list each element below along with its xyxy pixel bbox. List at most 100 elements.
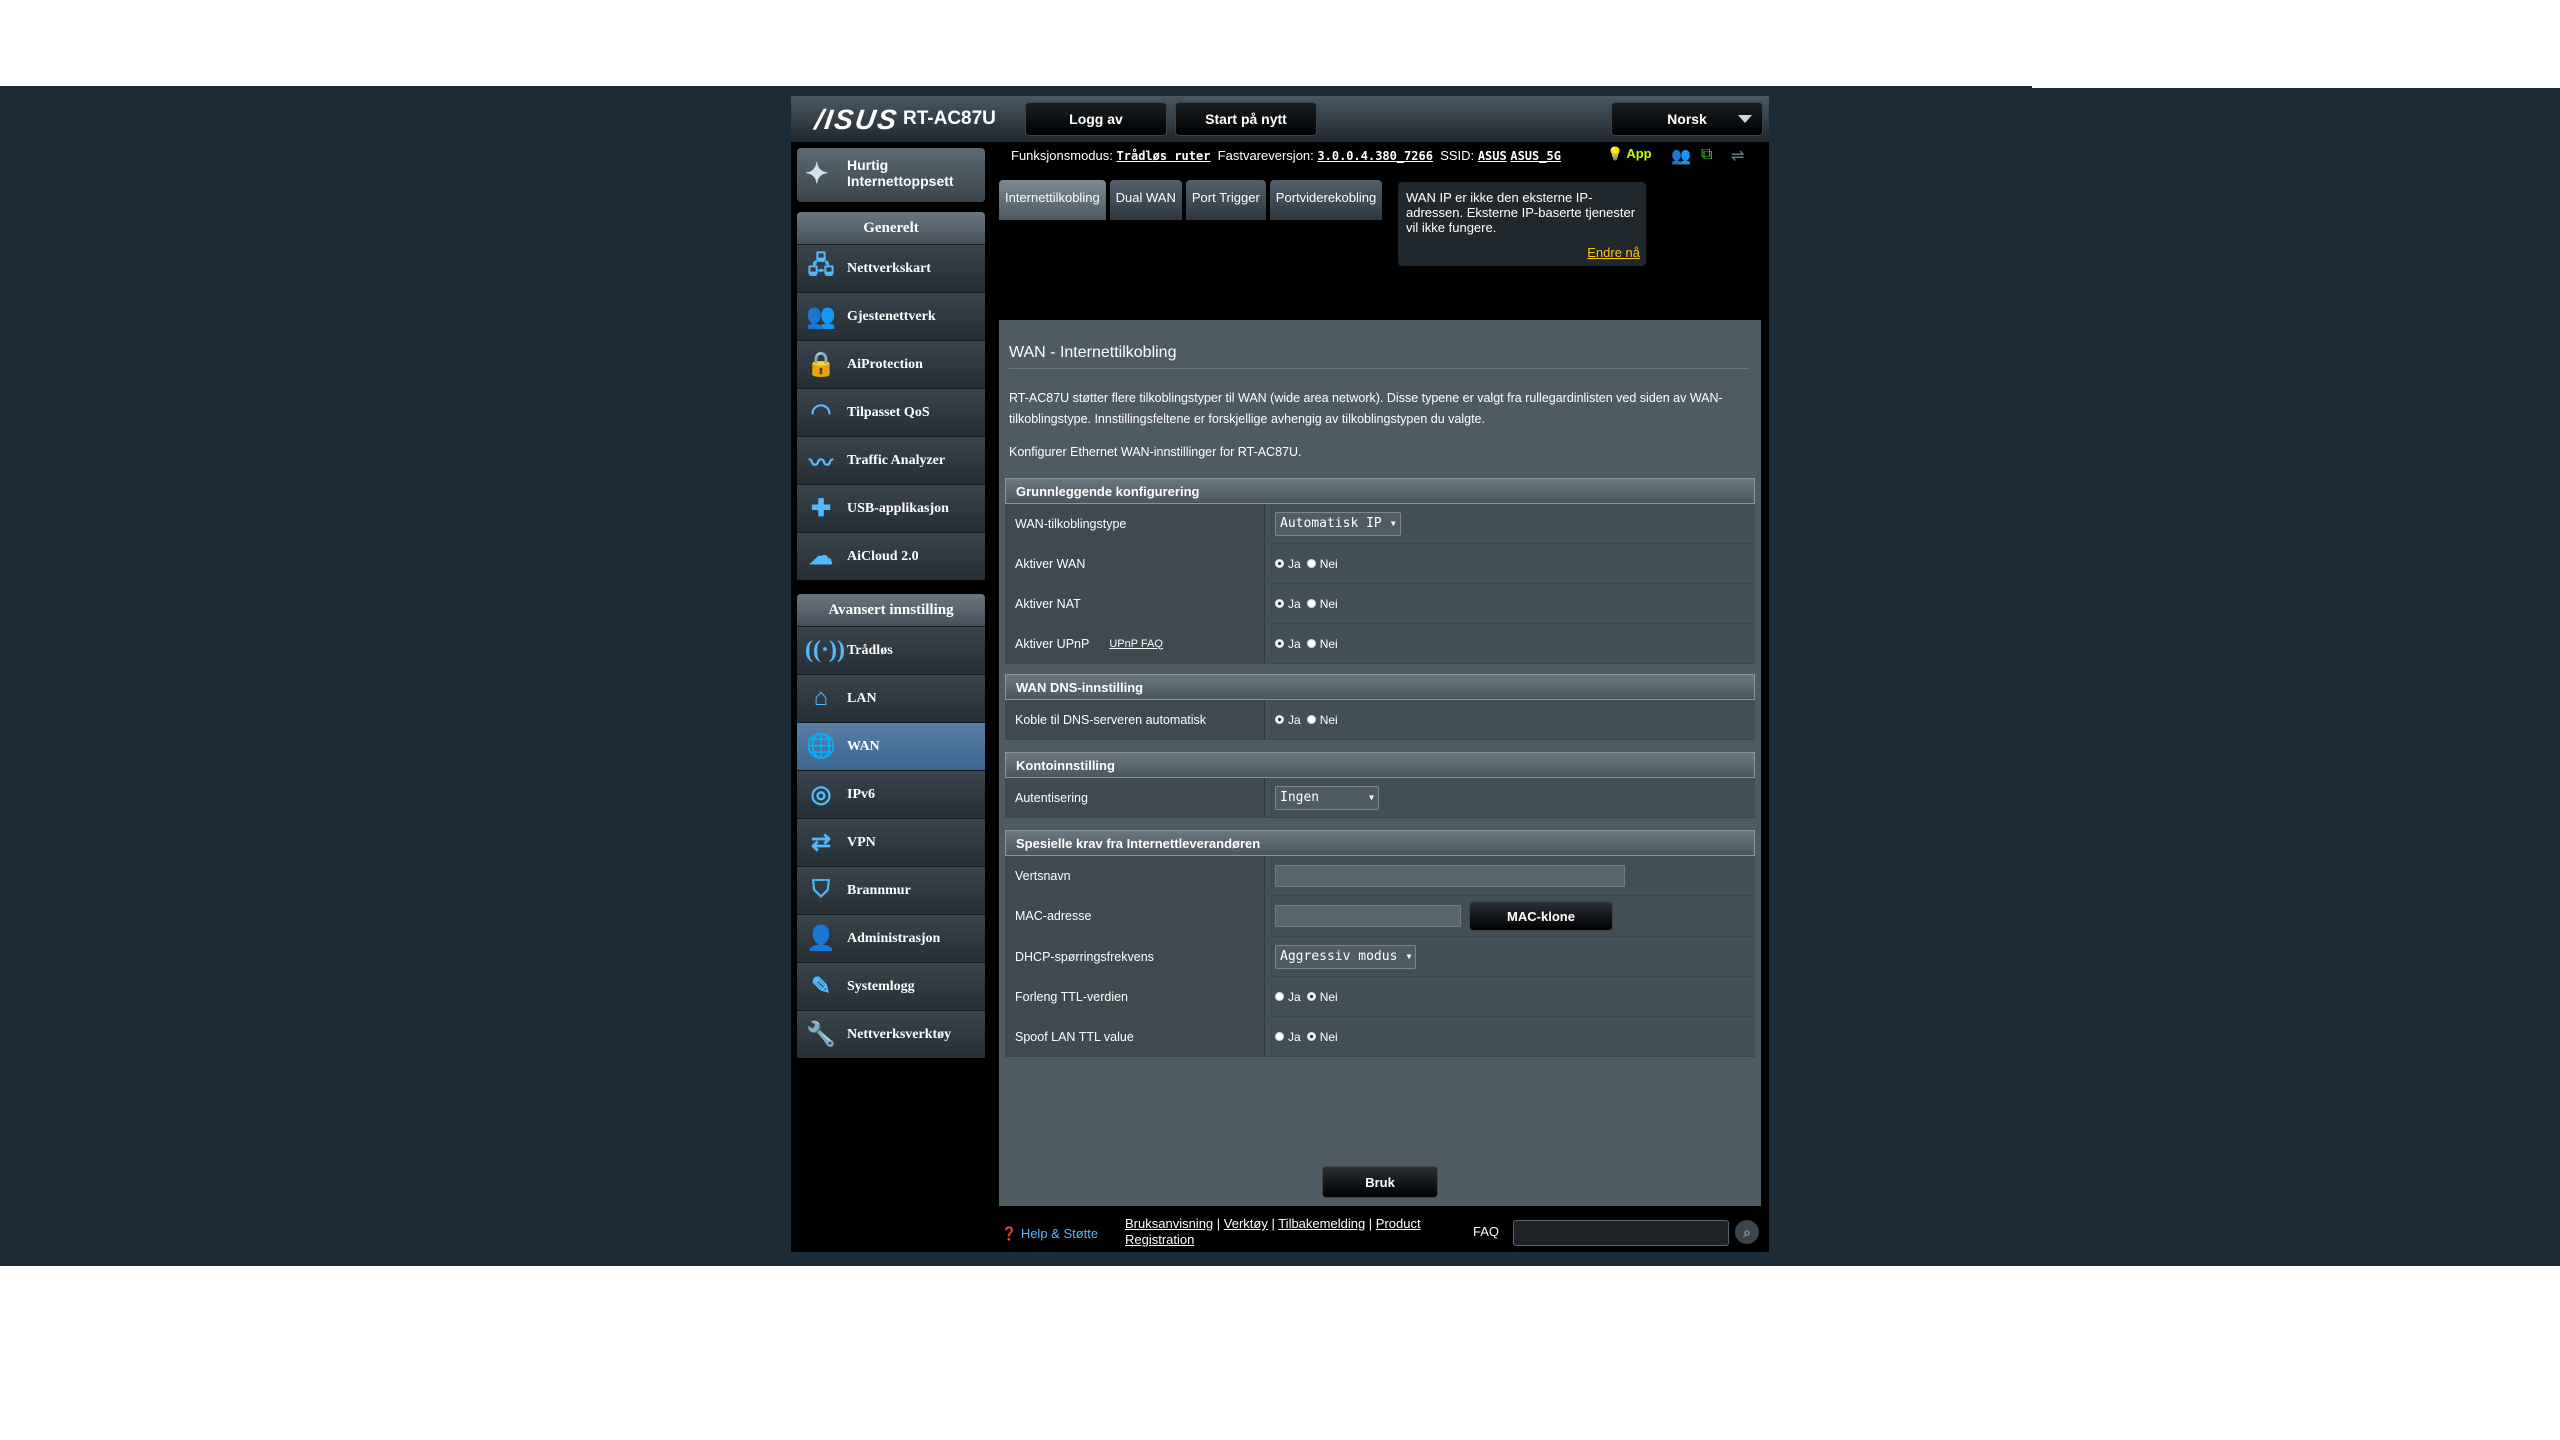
isp-header: Spesielle krav fra Internettleverandøren (1005, 830, 1755, 856)
ssid-link-24[interactable]: ASUS (1478, 149, 1507, 163)
row-label: Aktiver WAN (1005, 544, 1265, 583)
admin-user-icon: 👤 (806, 926, 836, 952)
nav-guest-network[interactable]: 👥 Gjestenettverk (797, 292, 985, 340)
clients-icon[interactable]: 👥 (1671, 146, 1691, 166)
usb-icon[interactable]: ⇌ (1731, 146, 1744, 166)
home-icon: ⌂ (813, 685, 829, 711)
spoof-ttl-yes-radio[interactable]: Ja (1275, 1030, 1301, 1044)
nav-label: WAN (847, 738, 880, 754)
help-support-link[interactable]: ❓ Help & Støtte (1001, 1226, 1098, 1242)
radio-circle (1275, 639, 1284, 648)
row-value: Ja Nei (1265, 1017, 1755, 1056)
row-value (1265, 856, 1755, 895)
enable-wan-yes-radio[interactable]: Ja (1275, 557, 1301, 571)
upnp-faq-link[interactable]: UPnP FAQ (1109, 638, 1163, 650)
firmware-link[interactable]: 3.0.0.4.380_7266 (1317, 149, 1433, 163)
row-value: Ja Nei (1265, 700, 1755, 739)
manual-link[interactable]: Bruksanvisning (1125, 1216, 1213, 1231)
enable-upnp-no-radio[interactable]: Nei (1306, 637, 1338, 651)
radio-circle (1275, 559, 1284, 568)
wan-connection-type-select[interactable]: Automatisk IP (1275, 511, 1401, 536)
nav-label: Nettverkskart (847, 260, 931, 276)
radio-circle (1306, 992, 1316, 1001)
dns-auto-yes-radio[interactable]: Ja (1275, 713, 1301, 727)
nav-vpn[interactable]: ⇄ VPN (797, 818, 985, 866)
wan-dns-header: WAN DNS-innstilling (1005, 674, 1755, 700)
mac-clone-button[interactable]: MAC-klone (1469, 901, 1613, 931)
nav-network-tools[interactable]: 🔧 Nettverksverktøy (797, 1010, 985, 1058)
reboot-button[interactable]: Start på nytt (1175, 102, 1317, 136)
radio-label: Ja (1288, 636, 1301, 651)
extend-ttl-yes-radio[interactable]: Ja (1275, 990, 1301, 1004)
nav-aicloud[interactable]: ☁ AiCloud 2.0 (797, 532, 985, 580)
tab-internet-connection[interactable]: Internettilkobling (999, 180, 1106, 220)
tab-port-trigger[interactable]: Port Trigger (1185, 180, 1266, 220)
enable-nat-no-radio[interactable]: Nei (1306, 596, 1338, 611)
nav-system-log[interactable]: ✎ Systemlogg (797, 962, 985, 1010)
feedback-link[interactable]: Tilbakemelding (1278, 1216, 1365, 1231)
advanced-section: Avansert innstilling ((·)) Trådløs ⌂ LAN 🌐… (797, 594, 985, 1058)
nav-lan[interactable]: ⌂ LAN (797, 674, 985, 722)
ssid-link-5g[interactable]: ASUS_5G (1510, 149, 1561, 163)
change-now-link[interactable]: Endre nå (1587, 245, 1640, 260)
nav-label: Gjestenettverk (847, 308, 936, 324)
table-row: Spoof LAN TTL value Ja Nei (1005, 1017, 1755, 1057)
magic-wand-icon: ✦ (805, 158, 829, 189)
enable-nat-yes-radio[interactable]: Ja (1275, 597, 1301, 611)
tab-port-forwarding[interactable]: Portviderekobling (1269, 180, 1383, 220)
faq-search-input[interactable] (1513, 1220, 1729, 1246)
nav-label: AiCloud 2.0 (847, 548, 919, 564)
nav-label: Tilpasset QoS (847, 404, 930, 420)
row-label: Aktiver NAT (1005, 584, 1265, 623)
tab-dual-wan[interactable]: Dual WAN (1109, 180, 1182, 220)
nav-administration[interactable]: 👤 Administrasjon (797, 914, 985, 962)
row-value: Ingen (1265, 778, 1755, 817)
table-row: Koble til DNS-serveren automatisk Ja Nei (1005, 700, 1755, 740)
logout-button[interactable]: Logg av (1025, 102, 1167, 136)
dhcp-query-frequency-select[interactable]: Aggressiv modus (1275, 944, 1417, 969)
utility-link[interactable]: Verktøy (1224, 1216, 1268, 1231)
enable-upnp-yes-radio[interactable]: Ja (1275, 637, 1301, 651)
mac-address-input[interactable] (1275, 905, 1461, 927)
nav-aiprotection[interactable]: 🔒 AiProtection (797, 340, 985, 388)
nav-ipv6[interactable]: ◎ IPv6 (797, 770, 985, 818)
tools-icon: 🔧 (806, 1022, 836, 1048)
row-value: Aggressiv modus (1265, 937, 1755, 976)
model-name: RT-AC87U (903, 108, 996, 129)
nav-label: USB-applikasjon (847, 500, 949, 516)
nav-wireless[interactable]: ((·)) Trådløs (797, 626, 985, 674)
search-icon[interactable]: ⌕ (1735, 1220, 1759, 1244)
nav-firewall[interactable]: ⛉ Brannmur (797, 866, 985, 914)
firmware-label: Fastvareversjon: (1217, 148, 1314, 163)
language-select[interactable]: Norsk (1611, 102, 1763, 136)
warning-text: WAN IP er ikke den eksterne IP-adressen.… (1406, 190, 1636, 235)
status-line: Funksjonsmodus: Trådløs ruter Fastvareve… (1011, 148, 1561, 163)
radio-label: Nei (1319, 596, 1338, 611)
extend-ttl-no-radio[interactable]: Nei (1306, 990, 1338, 1004)
spoof-ttl-no-radio[interactable]: Nei (1306, 1030, 1338, 1044)
mode-link[interactable]: Trådløs ruter (1117, 149, 1211, 163)
advanced-title: Avansert innstilling (797, 594, 985, 626)
authentication-select[interactable]: Ingen (1275, 785, 1379, 810)
quick-internet-setup-button[interactable]: ✦ Hurtig Internettoppsett (797, 148, 985, 202)
enable-wan-no-radio[interactable]: Nei (1306, 557, 1338, 571)
table-row: WAN-tilkoblingstype Automatisk IP (1005, 504, 1755, 544)
table-row: Aktiver UPnP UPnP FAQ Ja Nei (1005, 624, 1755, 664)
nav-qos[interactable]: ◠ Tilpasset QoS (797, 388, 985, 436)
help-label: Help & Støtte (1020, 1226, 1099, 1241)
nav-traffic-analyzer[interactable]: 〰 Traffic Analyzer (797, 436, 985, 484)
app-link[interactable]: 💡 App (1607, 146, 1652, 162)
row-label: Koble til DNS-serveren automatisk (1005, 700, 1265, 739)
nav-network-map[interactable]: 🖧 Nettverkskart (797, 244, 985, 292)
nav-wan[interactable]: 🌐 WAN (797, 722, 985, 770)
tab-bar: Internettilkobling Dual WAN Port Trigger… (999, 180, 1386, 220)
radio-label: Ja (1288, 556, 1301, 571)
radio-circle (1306, 599, 1316, 608)
nav-label: Systemlogg (847, 978, 915, 994)
puzzle-icon: ✚ (810, 496, 832, 522)
dns-auto-no-radio[interactable]: Nei (1306, 713, 1338, 727)
network-status-icon[interactable]: ⧉ (1701, 146, 1712, 164)
apply-button[interactable]: Bruk (1322, 1166, 1438, 1198)
hostname-input[interactable] (1275, 864, 1625, 887)
nav-usb-application[interactable]: ✚ USB-applikasjon (797, 484, 985, 532)
